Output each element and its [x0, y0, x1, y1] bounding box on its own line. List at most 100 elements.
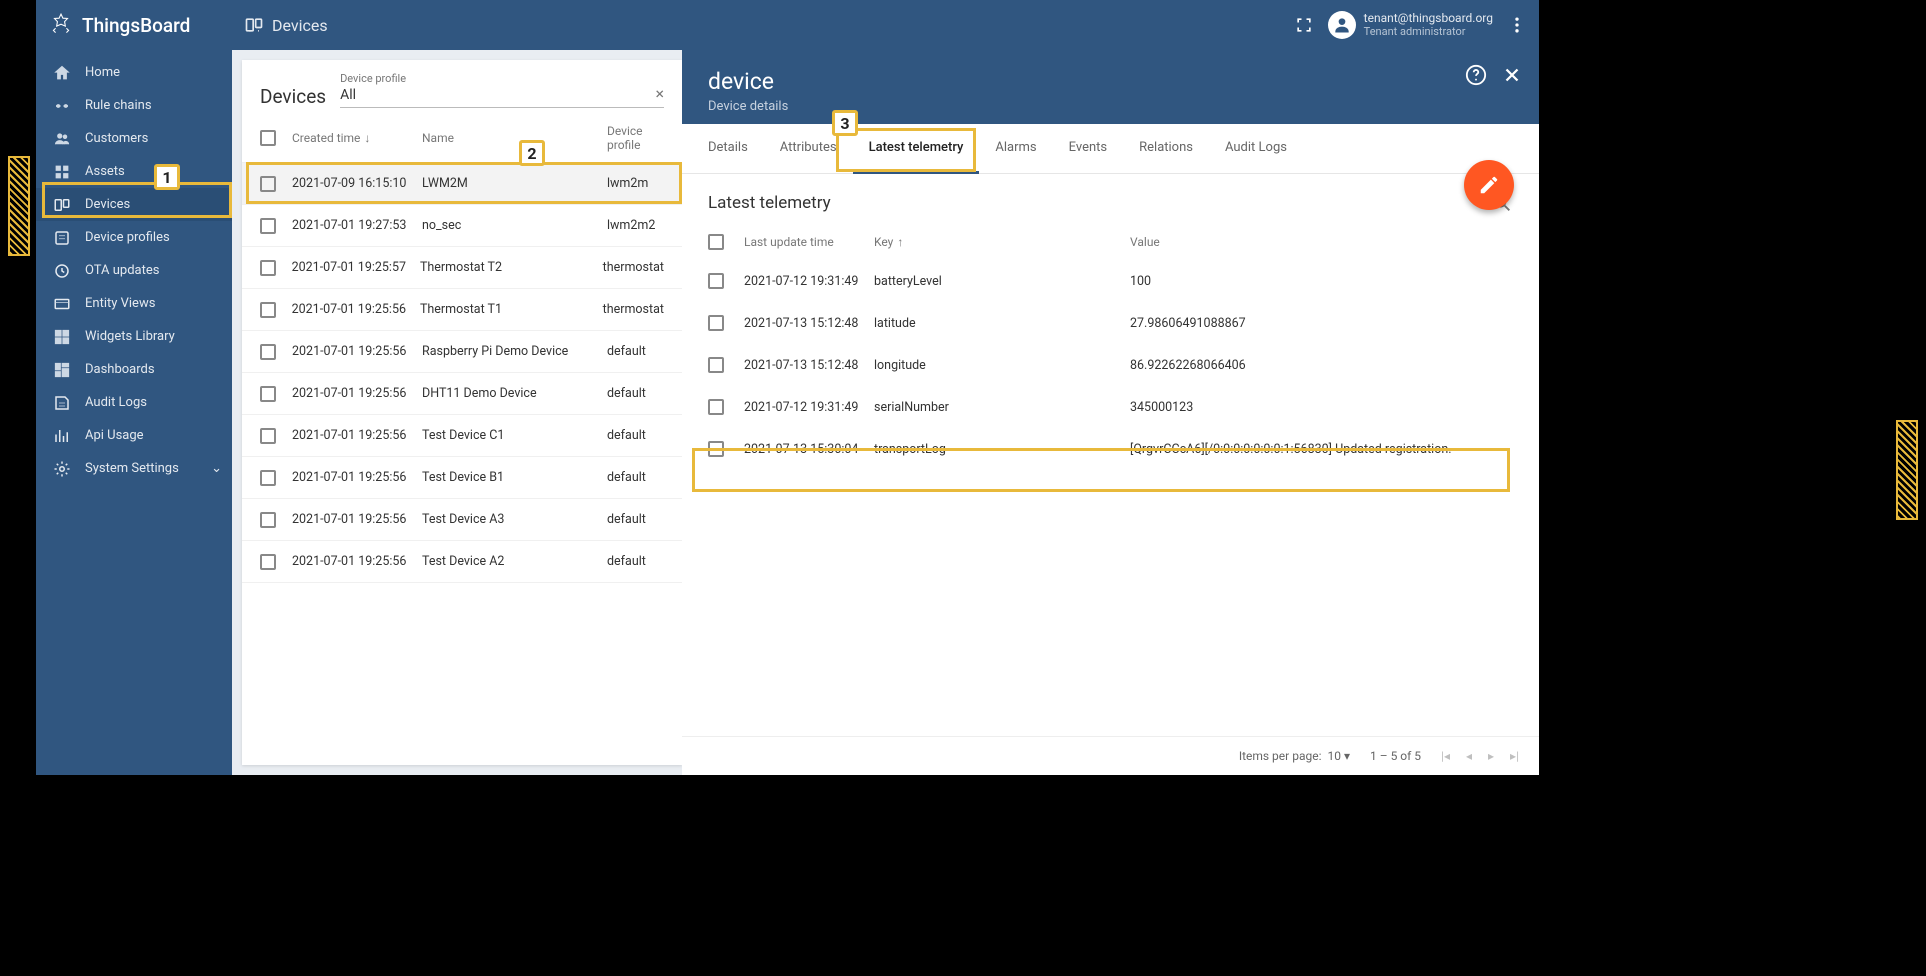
profile-filter-label: Device profile [340, 72, 664, 85]
telemetry-time: 2021-07-12 19:31:49 [744, 274, 874, 289]
telemetry-row[interactable]: 2021-07-13 15:12:48longitude86.922622680… [708, 344, 1513, 386]
sidebar-item-device-profiles[interactable]: Device profiles [36, 221, 232, 254]
sidebar-item-label: Devices [85, 197, 130, 212]
telemetry-row[interactable]: 2021-07-13 15:30:04transportLog[QrgvrCCc… [708, 428, 1513, 470]
edit-fab[interactable] [1464, 160, 1514, 210]
device-row[interactable]: 2021-07-01 19:25:56Test Device C1default [242, 415, 682, 457]
telemetry-value: 86.92262268066406 [1130, 358, 1513, 373]
page-next-icon[interactable]: ▸ [1488, 749, 1494, 763]
device-created: 2021-07-01 19:25:56 [292, 302, 420, 317]
tab-details[interactable]: Details [692, 124, 764, 173]
device-row[interactable]: 2021-07-01 19:25:56Thermostat T1thermost… [242, 289, 682, 331]
help-icon[interactable] [1465, 64, 1487, 86]
paginator-label: Items per page: [1239, 749, 1322, 763]
row-checkbox[interactable] [260, 260, 276, 276]
sidebar-item-api-usage[interactable]: Api Usage [36, 419, 232, 452]
tab-events[interactable]: Events [1053, 124, 1123, 173]
clear-filter-icon[interactable]: × [655, 84, 664, 103]
sidebar-item-system-settings[interactable]: System Settings⌄ [36, 452, 232, 485]
more-vert-icon[interactable] [1507, 15, 1527, 35]
logo-icon [48, 12, 74, 38]
device-row[interactable]: 2021-07-01 19:25:56Test Device B1default [242, 457, 682, 499]
device-profile: default [607, 554, 664, 569]
telemetry-row-checkbox[interactable] [708, 399, 724, 415]
device-profile: lwm2m2 [607, 218, 664, 233]
row-checkbox[interactable] [260, 512, 276, 528]
auditlogs-icon [53, 394, 71, 412]
row-checkbox[interactable] [260, 554, 276, 570]
tab-alarms[interactable]: Alarms [979, 124, 1052, 173]
sidebar-item-audit-logs[interactable]: Audit Logs [36, 386, 232, 419]
device-row[interactable]: 2021-07-01 19:25:56Test Device A3default [242, 499, 682, 541]
telemetry-row[interactable]: 2021-07-12 19:31:49batteryLevel100 [708, 260, 1513, 302]
telemetry-select-all-checkbox[interactable] [708, 234, 724, 250]
row-checkbox[interactable] [260, 428, 276, 444]
tab-audit-logs[interactable]: Audit Logs [1209, 124, 1303, 173]
device-profile-filter[interactable]: Device profile All × [340, 72, 664, 108]
device-row[interactable]: 2021-07-01 19:25:56Raspberry Pi Demo Dev… [242, 331, 682, 373]
logo[interactable]: ThingsBoard [48, 12, 244, 38]
telemetry-row-checkbox[interactable] [708, 441, 724, 457]
tab-relations[interactable]: Relations [1123, 124, 1209, 173]
row-checkbox[interactable] [260, 344, 276, 360]
device-row[interactable]: 2021-07-09 16:15:10LWM2Mlwm2m [242, 163, 682, 205]
tab-attributes[interactable]: Attributes [764, 124, 853, 173]
tcol-key[interactable]: Key [874, 235, 893, 249]
sidebar-item-widgets-library[interactable]: Widgets Library [36, 320, 232, 353]
telemetry-row-checkbox[interactable] [708, 315, 724, 331]
device-row[interactable]: 2021-07-01 19:25:57Thermostat T2thermost… [242, 247, 682, 289]
device-row[interactable]: 2021-07-01 19:25:56DHT11 Demo Devicedefa… [242, 373, 682, 415]
device-created: 2021-07-01 19:25:56 [292, 428, 422, 443]
device-row[interactable]: 2021-07-01 19:25:56Test Device A2default [242, 541, 682, 583]
sidebar-item-label: Home [85, 65, 120, 80]
telemetry-row-checkbox[interactable] [708, 357, 724, 373]
device-profile: thermostat [603, 260, 664, 275]
row-checkbox[interactable] [260, 302, 276, 318]
device-created: 2021-07-01 19:25:56 [292, 512, 422, 527]
row-checkbox[interactable] [260, 470, 276, 486]
tab-latest-telemetry[interactable]: Latest telemetry [853, 124, 980, 174]
row-checkbox[interactable] [260, 386, 276, 402]
sidebar-item-customers[interactable]: Customers [36, 122, 232, 155]
page-last-icon[interactable]: ▸| [1510, 749, 1519, 763]
device-name: LWM2M [422, 176, 607, 191]
main-area: Devices Device profile All × Created tim… [232, 50, 1539, 775]
telemetry-key: latitude [874, 316, 1130, 331]
customers-icon [53, 130, 71, 148]
page-size-select[interactable]: 10 ▾ [1327, 749, 1350, 763]
sidebar-item-rule-chains[interactable]: Rule chains [36, 89, 232, 122]
page-prev-icon[interactable]: ◂ [1466, 749, 1472, 763]
close-panel-icon[interactable] [1501, 64, 1523, 86]
settings-icon [53, 460, 71, 478]
telemetry-row-checkbox[interactable] [708, 273, 724, 289]
sidebar-item-ota-updates[interactable]: OTA updates [36, 254, 232, 287]
row-checkbox[interactable] [260, 218, 276, 234]
device-row[interactable]: 2021-07-01 19:27:53no_seclwm2m2 [242, 205, 682, 247]
select-all-checkbox[interactable] [260, 130, 276, 146]
device-name: Thermostat T2 [420, 260, 603, 275]
sidebar-item-assets[interactable]: Assets [36, 155, 232, 188]
col-created[interactable]: Created time [292, 131, 360, 145]
col-name[interactable]: Name [422, 131, 454, 145]
col-profile[interactable]: Device profile [607, 124, 643, 152]
sidebar: Home Rule chainsCustomersAssets Devices Dev… [36, 50, 232, 775]
sidebar-item-dashboards[interactable]: Dashboards [36, 353, 232, 386]
sidebar-item-devices[interactable]: Devices [36, 188, 232, 221]
tcol-value[interactable]: Value [1130, 235, 1160, 249]
device-name: DHT11 Demo Device [422, 386, 607, 401]
assets-icon [53, 163, 71, 181]
device-profile: default [607, 512, 664, 527]
sidebar-item-home[interactable]: Home [36, 56, 232, 89]
user-role: Tenant administrator [1364, 26, 1493, 38]
devices-icon [53, 196, 71, 214]
telemetry-row[interactable]: 2021-07-12 19:31:49serialNumber345000123 [708, 386, 1513, 428]
sidebar-item-entity-views[interactable]: Entity Views [36, 287, 232, 320]
row-checkbox[interactable] [260, 176, 276, 192]
tcol-time[interactable]: Last update time [744, 235, 834, 249]
telemetry-row[interactable]: 2021-07-13 15:12:48latitude27.9860649108… [708, 302, 1513, 344]
device-created: 2021-07-01 19:27:53 [292, 218, 422, 233]
page-first-icon[interactable]: |◂ [1441, 749, 1450, 763]
user-menu[interactable]: tenant@thingsboard.org Tenant administra… [1328, 11, 1493, 39]
fullscreen-icon[interactable] [1294, 15, 1314, 35]
device-created: 2021-07-01 19:25:56 [292, 470, 422, 485]
